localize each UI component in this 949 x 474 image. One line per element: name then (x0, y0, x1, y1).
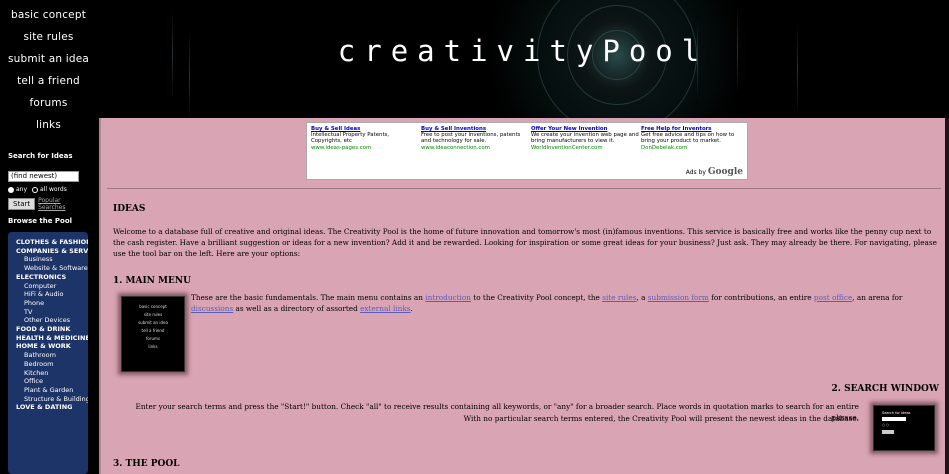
thumbnail-search-options: ○ ○ (882, 423, 890, 427)
main-content: Buy & Sell Ideas Intellectual Property Pa… (99, 118, 945, 474)
post-office-link[interactable]: post office (814, 293, 852, 302)
radio-all-label: all words (40, 186, 67, 193)
category-link[interactable]: Clothes & Fashion (16, 238, 88, 247)
search-input[interactable] (8, 170, 79, 182)
thumbnail-menu: basic concept site rules submit an idea tel… (122, 303, 184, 351)
category-link[interactable]: Bedroom (16, 360, 88, 369)
thumbnail-menu-item: site rules (143, 312, 163, 317)
search-actions: Start Popular Searches (8, 197, 94, 211)
thumbnail-menu-item: submit an idea (138, 320, 168, 325)
category-link[interactable]: Health & Medicine (16, 334, 88, 343)
category-link[interactable]: TV (16, 308, 88, 317)
category-link[interactable]: Office (16, 377, 88, 386)
category-link[interactable]: Food & Drink (16, 325, 88, 334)
text: for contributions, an entire (708, 293, 814, 302)
ad-unit[interactable]: Offer Your New Invention We create your i… (531, 126, 639, 151)
text: , an arena for (852, 293, 903, 302)
popular-searches-link[interactable]: Popular Searches (38, 197, 68, 211)
ad-url[interactable]: www.ideaconnection.com (421, 145, 529, 151)
nav-link-basic-concept[interactable]: basic concept (0, 4, 97, 26)
the-pool-heading: 3. THE POOL (113, 459, 180, 469)
thumbnail-menu-item: forums (145, 336, 160, 341)
page-frame: basic concept site rules submit an idea tel… (0, 0, 949, 474)
search-paragraph-2: With no particular search terms entered,… (463, 414, 859, 423)
nav-link-tell-a-friend[interactable]: tell a friend (0, 70, 97, 92)
category-link[interactable]: Kitchen (16, 369, 88, 378)
category-link[interactable]: Structure & Building (16, 395, 88, 404)
radio-any[interactable] (8, 186, 14, 193)
site-logo[interactable]: creativityPool (97, 34, 949, 68)
ads-by-google[interactable]: Ads by Google (686, 167, 743, 177)
google-brand: Google (707, 167, 743, 177)
ad-unit[interactable]: Free Help for Inventors Get free advice a… (641, 126, 749, 151)
ad-url[interactable]: DonDebelak.com (641, 145, 749, 151)
text: , a (636, 293, 648, 302)
ad-url[interactable]: WorldInventionCenter.com (531, 145, 639, 151)
category-link[interactable]: Home & Work (16, 342, 88, 351)
category-link[interactable]: Electronics (16, 273, 88, 282)
submission-form-link[interactable]: submission form (648, 293, 709, 302)
ad-url[interactable]: www.ideas-pages.com (311, 145, 419, 151)
discussions-link[interactable]: discussions (191, 304, 233, 313)
introduction-link[interactable]: introduction (425, 293, 471, 302)
ads-by-label: Ads by (685, 169, 706, 176)
category-link[interactable]: Business (16, 255, 88, 264)
radio-all[interactable] (32, 186, 39, 193)
category-link[interactable]: Website & Software (16, 264, 88, 273)
nav-link-links[interactable]: links (0, 114, 97, 136)
thumbnail-menu-item: tell a friend (141, 328, 165, 333)
text: . (410, 304, 413, 313)
radio-any-label: any (16, 186, 28, 193)
category-link[interactable]: Bathroom (16, 351, 88, 360)
start-button[interactable]: Start (8, 198, 36, 210)
category-link[interactable]: Love & Dating (16, 403, 88, 412)
category-link[interactable]: Plant & Garden (16, 386, 88, 395)
text: These are the basic fundamentals. The ma… (191, 293, 426, 302)
search-window: Search for Ideas any all words Start Pop… (8, 152, 94, 211)
nav-link-site-rules[interactable]: site rules (0, 26, 97, 48)
thumbnail-search-field (882, 417, 906, 421)
left-navigation: basic concept site rules submit an idea tel… (0, 0, 97, 474)
ad-unit[interactable]: Buy & Sell Inventions Free to post your i… (421, 126, 529, 151)
search-label: Search for Ideas (8, 152, 73, 160)
divider (107, 188, 941, 189)
main-menu-paragraph: These are the basic fundamentals. The ma… (191, 292, 937, 314)
search-window-heading: 2. SEARCH WINDOW (831, 384, 939, 394)
intro-paragraph: Welcome to a database full of creative a… (113, 227, 937, 258)
ideas-heading: IDEAS (113, 204, 146, 214)
thumbnail-menu-item: links (148, 344, 158, 349)
main-menu-thumbnail: basic concept site rules submit an idea tel… (121, 296, 185, 372)
thumbnail-start-button (882, 430, 894, 434)
category-link[interactable]: Companies & Services (16, 247, 88, 256)
site-rules-link[interactable]: site rules (602, 293, 636, 302)
nav-link-submit-an-idea[interactable]: submit an idea (0, 48, 97, 70)
text: to the Creativity Pool concept, the (470, 293, 603, 302)
ad-unit[interactable]: Buy & Sell Ideas Intellectual Property Pa… (311, 126, 419, 151)
ad-desc: Get free advice and tips on how to bring… (641, 132, 735, 145)
category-link[interactable]: Phone (16, 299, 88, 308)
main-menu-heading: 1. MAIN MENU (113, 276, 191, 286)
ad-desc: Free to post your inventions, patents an… (421, 132, 521, 145)
right-edge (945, 118, 949, 474)
thumbnail-search-label: Search for Ideas (882, 411, 911, 415)
search-window-thumbnail: Search for Ideas ○ ○ (873, 405, 935, 451)
ad-desc: We create your invention web page and br… (531, 132, 639, 145)
thumbnail-menu-item: basic concept (139, 304, 167, 309)
site-header: creativityPool (97, 0, 949, 118)
category-link[interactable]: HiFi & Audio (16, 290, 88, 299)
category-link[interactable]: Other Devices (16, 316, 88, 325)
main-menu: basic concept site rules submit an idea tel… (0, 0, 97, 136)
category-link[interactable]: Computer (16, 282, 88, 291)
text: as well as a directory of assorted (233, 304, 361, 313)
external-links-link[interactable]: external links (360, 304, 410, 313)
category-browser: Clothes & FashionCompanies & ServicesBus… (8, 232, 88, 474)
ad-banner: Buy & Sell Ideas Intellectual Property Pa… (306, 122, 748, 180)
nav-link-forums[interactable]: forums (0, 92, 97, 114)
search-mode-options: any all words (8, 186, 94, 193)
ad-desc: Intellectual Property Patents, Copyright… (311, 132, 390, 145)
browse-label: Browse the Pool (8, 217, 73, 225)
